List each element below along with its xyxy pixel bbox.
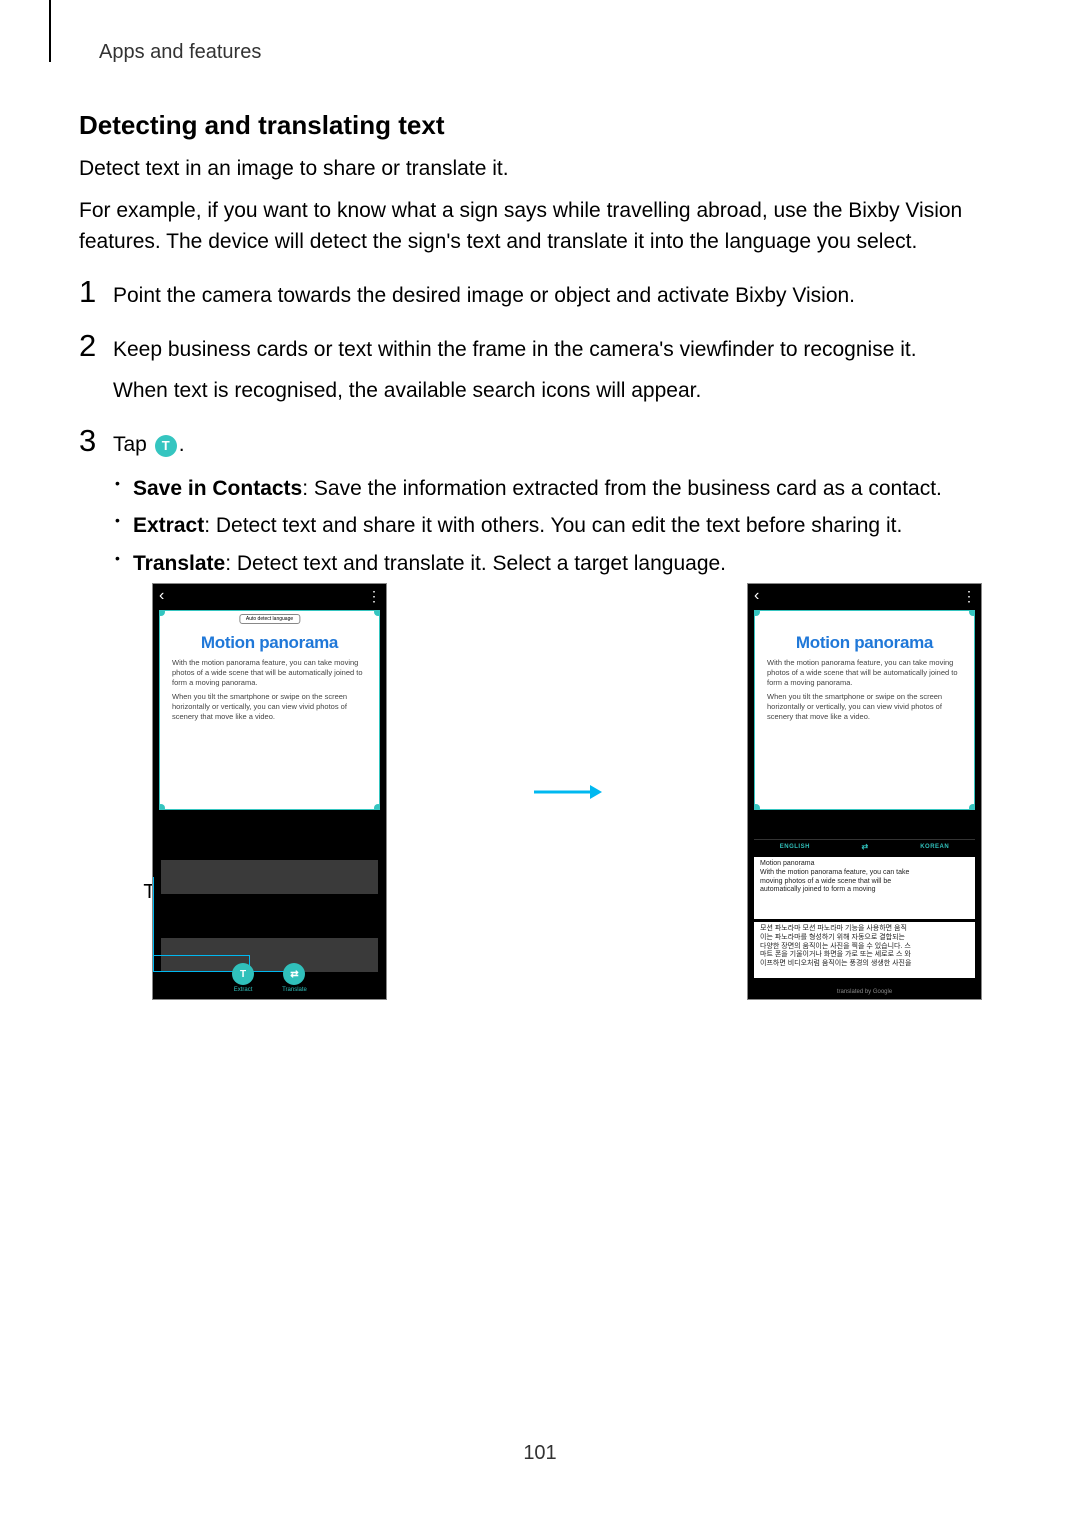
bullet-save-in-contacts: Save in Contacts: Save the information e… — [133, 472, 942, 506]
decor-bar — [161, 860, 378, 894]
extract-label: Extract — [234, 987, 253, 993]
step-3: 3 Tap T. Save in Contacts: Save the info… — [79, 429, 1001, 584]
translated-by-label: translated by Google — [748, 989, 981, 995]
corner-handle — [374, 804, 380, 810]
corner-handle — [159, 804, 165, 810]
step-prefix: Tap — [113, 433, 153, 456]
extract-icon: T — [232, 963, 254, 985]
intro-paragraph-1: Detect text in an image to share or tran… — [79, 153, 1001, 185]
bullet-translate: Translate: Detect text and translate it.… — [133, 547, 942, 581]
step-number: 2 — [79, 330, 109, 361]
back-icon[interactable]: ‹ — [159, 587, 164, 605]
bullet-label: Translate — [133, 552, 225, 575]
page-margin-marker — [49, 0, 51, 62]
step-suffix: . — [179, 433, 185, 456]
corner-handle — [969, 804, 975, 810]
more-icon[interactable]: ⋮ — [367, 588, 380, 605]
step-2: 2 Keep business cards or text within the… — [79, 334, 1001, 407]
auto-detect-language-chip[interactable]: Auto detect language — [239, 614, 300, 624]
screenshot-figure: Translate Extract ‹ ⋮ Auto detect langua… — [152, 583, 982, 1000]
source-text-block: Motion panorama With the motion panorama… — [754, 857, 975, 919]
page-title: Detecting and translating text — [79, 110, 1001, 141]
steps-list: 1 Point the camera towards the desired i… — [79, 280, 1001, 585]
translate-button[interactable]: ⇄ Translate — [282, 963, 307, 993]
detected-title: Motion panorama — [755, 633, 974, 653]
step-1: 1 Point the camera towards the desired i… — [79, 280, 1001, 313]
bullet-extract: Extract: Detect text and share it with o… — [133, 509, 942, 543]
detected-paragraph: When you tilt the smartphone or swipe on… — [755, 687, 974, 721]
corner-handle — [374, 610, 380, 616]
corner-handle — [969, 610, 975, 616]
bullet-label: Extract — [133, 514, 204, 537]
corner-handle — [754, 610, 760, 616]
sub-bullets: Save in Contacts: Save the information e… — [113, 472, 942, 581]
bullet-text: : Detect text and share it with others. … — [204, 514, 902, 537]
more-icon[interactable]: ⋮ — [962, 588, 975, 605]
extract-button[interactable]: T Extract — [232, 963, 254, 993]
step-number: 1 — [79, 276, 109, 307]
page-content: Detecting and translating text Detect te… — [79, 110, 1001, 606]
phone-screenshot-right: ‹ ⋮ Motion panorama With the motion pano… — [747, 583, 982, 1000]
detected-paragraph: When you tilt the smartphone or swipe on… — [160, 687, 379, 721]
corner-handle — [159, 610, 165, 616]
language-selector: ENGLISH ⇄ KOREAN — [754, 839, 975, 853]
phone-topbar: ‹ ⋮ — [748, 584, 981, 608]
step-number: 3 — [79, 425, 109, 456]
viewfinder-frame: Motion panorama With the motion panorama… — [754, 610, 975, 810]
detected-paragraph: With the motion panorama feature, you ca… — [160, 653, 379, 687]
source-language[interactable]: ENGLISH — [780, 844, 810, 850]
step-text: Point the camera towards the desired ima… — [109, 280, 855, 313]
step-line: Keep business cards or text within the f… — [113, 334, 917, 367]
detected-paragraph: With the motion panorama feature, you ca… — [755, 653, 974, 687]
translated-text-block: 모션 파노라마 모션 파노라마 기능을 사용하면 움직 이는 파노라마를 형성하… — [754, 922, 975, 978]
leader-line — [152, 955, 249, 956]
leader-line — [153, 877, 154, 971]
step-line: When text is recognised, the available s… — [113, 375, 917, 408]
section-header: Apps and features — [99, 41, 261, 64]
step-text: Tap T. Save in Contacts: Save the inform… — [109, 429, 942, 584]
text-translate-icon: T — [155, 435, 177, 457]
bullet-text: : Detect text and translate it. Select a… — [225, 552, 726, 575]
intro-paragraph-2: For example, if you want to know what a … — [79, 195, 1001, 258]
translate-label: Translate — [282, 987, 307, 993]
arrow-icon — [529, 583, 605, 1000]
page-number: 101 — [0, 1442, 1080, 1465]
bullet-label: Save in Contacts — [133, 477, 302, 500]
detected-title: Motion panorama — [160, 633, 379, 653]
corner-handle — [754, 804, 760, 810]
translate-icon: ⇄ — [283, 963, 305, 985]
phone-topbar: ‹ ⋮ — [153, 584, 386, 608]
viewfinder-frame: Auto detect language Motion panorama Wit… — [159, 610, 380, 810]
action-button-row: T Extract ⇄ Translate — [153, 963, 386, 993]
phone-screenshot-left: ‹ ⋮ Auto detect language Motion panorama… — [152, 583, 387, 1000]
back-icon[interactable]: ‹ — [754, 587, 759, 605]
step-text: Keep business cards or text within the f… — [109, 334, 917, 407]
bullet-text: : Save the information extracted from th… — [302, 477, 942, 500]
swap-languages-icon[interactable]: ⇄ — [861, 842, 868, 851]
target-language[interactable]: KOREAN — [920, 844, 949, 850]
